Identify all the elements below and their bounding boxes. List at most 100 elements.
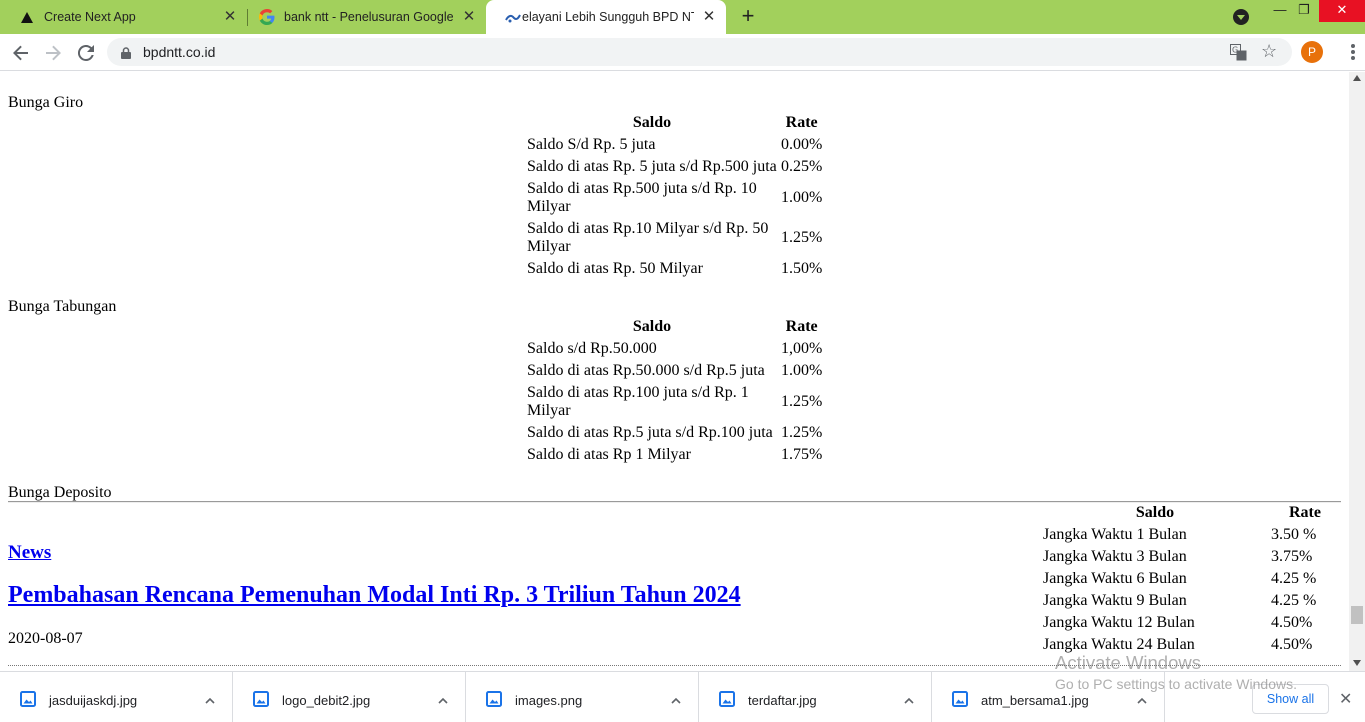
saldo-cell: Jangka Waktu 6 Bulan [1043,570,1187,587]
download-item[interactable]: terdaftar.jpg [699,672,932,722]
chevron-up-icon[interactable] [438,691,448,704]
saldo-cell: Saldo s/d Rp.50.000 [527,340,657,357]
page-content: Bunga Giro Saldo Rate Saldo S/d Rp. 5 ju… [0,72,1349,671]
new-tab-button[interactable]: + [737,5,759,27]
rate-cell: 1.75% [781,446,823,463]
image-file-icon [253,691,269,712]
download-filename: logo_debit2.jpg [282,693,371,708]
forward-icon[interactable] [41,41,65,65]
tab-strip: Create Next App ✕ bank ntt - Penelusuran… [0,0,1365,34]
chevron-up-icon[interactable] [205,691,215,704]
translate-icon[interactable]: G [1230,44,1247,66]
download-filename: jasduijaskdj.jpg [49,693,138,708]
saldo-cell: Saldo di atas Rp.50.000 s/d Rp.5 juta [527,362,765,379]
table-row: Saldo di atas Rp. 5 juta s/d Rp.500 juta… [526,157,823,177]
avatar[interactable]: P [1301,41,1323,63]
page-scrollbar[interactable] [1349,72,1365,671]
rate-cell: 1,00% [781,340,823,357]
table-row: Saldo di atas Rp.5 juta s/d Rp.100 juta 1… [526,423,823,443]
rate-cell: 1.25% [781,229,823,246]
close-download-shelf-icon[interactable]: ✕ [1339,689,1352,709]
chevron-up-icon[interactable] [904,691,914,704]
activate-windows-subtitle: Go to PC settings to activate Windows. [1055,676,1297,692]
rate-cell: 0.25% [781,158,823,175]
rate-cell: 3.50 % [1271,526,1317,543]
download-item[interactable]: images.png [466,672,699,722]
menu-icon[interactable] [1351,44,1355,62]
download-item[interactable]: logo_debit2.jpg [233,672,466,722]
image-file-icon [719,691,735,712]
news-link[interactable]: News [8,542,51,564]
saldo-cell: Jangka Waktu 1 Bulan [1043,526,1187,543]
rate-cell: 4.25 % [1271,592,1317,609]
download-item[interactable]: jasduijaskdj.jpg [0,672,233,722]
saldo-cell: Saldo di atas Rp. 5 juta s/d Rp.500 juta [527,158,777,175]
table-row: Saldo S/d Rp. 5 juta 0.00% [526,135,823,155]
triangle-icon [19,9,35,25]
tab-google-search[interactable]: bank ntt - Penelusuran Google ✕ [240,0,486,34]
scroll-down-arrow-icon[interactable] [1353,660,1361,666]
tabungan-rate-table: Saldo Rate Saldo s/d Rp.50.000 1,00% Sald… [524,315,825,467]
download-filename: images.png [515,693,583,708]
rate-cell: 1.00% [781,362,823,379]
chevron-up-icon[interactable] [671,691,681,704]
download-filename: terdaftar.jpg [748,693,817,708]
saldo-cell: Jangka Waktu 3 Bulan [1043,548,1187,565]
url-text[interactable]: bpdntt.co.id [143,44,215,60]
back-icon[interactable] [9,41,33,65]
article-title-link[interactable]: Pembahasan Rencana Pemenuhan Modal Inti … [8,582,741,609]
table-row: Saldo di atas Rp.10 Milyar s/d Rp. 50 Mi… [526,219,823,257]
activate-windows-watermark: Activate Windows [1055,652,1201,673]
table-row: Saldo s/d Rp.50.000 1,00% [526,339,823,359]
tab-title: bank ntt - Penelusuran Google [284,10,454,24]
column-header: Saldo [632,114,672,131]
rate-cell: 1.00% [781,189,823,206]
rate-cell: 4.25 % [1271,570,1317,587]
table-row: Saldo di atas Rp.500 juta s/d Rp. 10 Mil… [526,179,823,217]
column-header: Rate [785,318,818,335]
deposito-section-label: Bunga Deposito [8,484,112,501]
tab-create-next-app[interactable]: Create Next App ✕ [0,0,247,34]
table-row: Jangka Waktu 12 Bulan 4.50% [1042,613,1340,633]
table-row: Saldo di atas Rp 1 Milyar 1.75% [526,445,823,465]
giro-section-label: Bunga Giro [8,94,84,111]
tab-bpd-ntt[interactable]: elayani Lebih Sungguh BPD NTT ✕ [486,0,726,34]
window-close-button[interactable]: ✕ [1319,0,1365,22]
saldo-cell: Saldo di atas Rp.10 Milyar s/d Rp. 50 Mi… [527,220,769,255]
close-icon[interactable]: ✕ [460,8,478,26]
scroll-up-arrow-icon[interactable] [1353,75,1361,81]
table-row: Saldo di atas Rp. 50 Milyar 1.50% [526,259,823,279]
tab-search-icon[interactable] [1233,9,1249,25]
table-row: Jangka Waktu 1 Bulan 3.50 % [1042,525,1340,545]
rate-cell: 1.25% [781,393,823,410]
rate-cell: 0.00% [781,136,823,153]
saldo-cell: Saldo di atas Rp.5 juta s/d Rp.100 juta [527,424,773,441]
address-bar[interactable]: bpdntt.co.id G ☆ [107,38,1292,66]
column-header: Rate [785,114,818,131]
close-icon[interactable]: ✕ [221,8,239,26]
lock-icon[interactable] [121,46,131,64]
saldo-cell: Saldo di atas Rp 1 Milyar [527,446,691,463]
bank-logo-icon [505,9,521,25]
saldo-cell: Saldo di atas Rp. 50 Milyar [527,260,703,277]
reload-icon[interactable] [74,41,98,65]
tab-title: Create Next App [44,10,136,24]
tab-title: elayani Lebih Sungguh BPD NTT [522,10,694,24]
saldo-cell: Saldo di atas Rp.500 juta s/d Rp. 10 Mil… [527,180,757,215]
giro-rate-table: Saldo Rate Saldo S/d Rp. 5 juta 0.00% Sal… [524,111,825,281]
column-header: Rate [1289,504,1321,521]
close-icon[interactable]: ✕ [700,8,718,26]
rate-cell: 3.75% [1271,548,1313,565]
article-date: 2020-08-07 [8,630,83,647]
table-row: Jangka Waktu 6 Bulan 4.25 % [1042,569,1340,589]
image-file-icon [486,691,502,712]
chevron-up-icon[interactable] [1137,691,1147,704]
tabungan-section-label: Bunga Tabungan [8,298,117,315]
saldo-cell: Saldo di atas Rp.100 juta s/d Rp. 1 Mily… [527,384,749,419]
bookmark-star-icon[interactable]: ☆ [1261,41,1277,62]
column-header: Saldo [1135,504,1175,521]
rate-cell: 4.50% [1271,614,1313,631]
google-icon [259,9,275,25]
scroll-thumb[interactable] [1351,606,1363,624]
saldo-cell: Saldo S/d Rp. 5 juta [527,136,656,153]
